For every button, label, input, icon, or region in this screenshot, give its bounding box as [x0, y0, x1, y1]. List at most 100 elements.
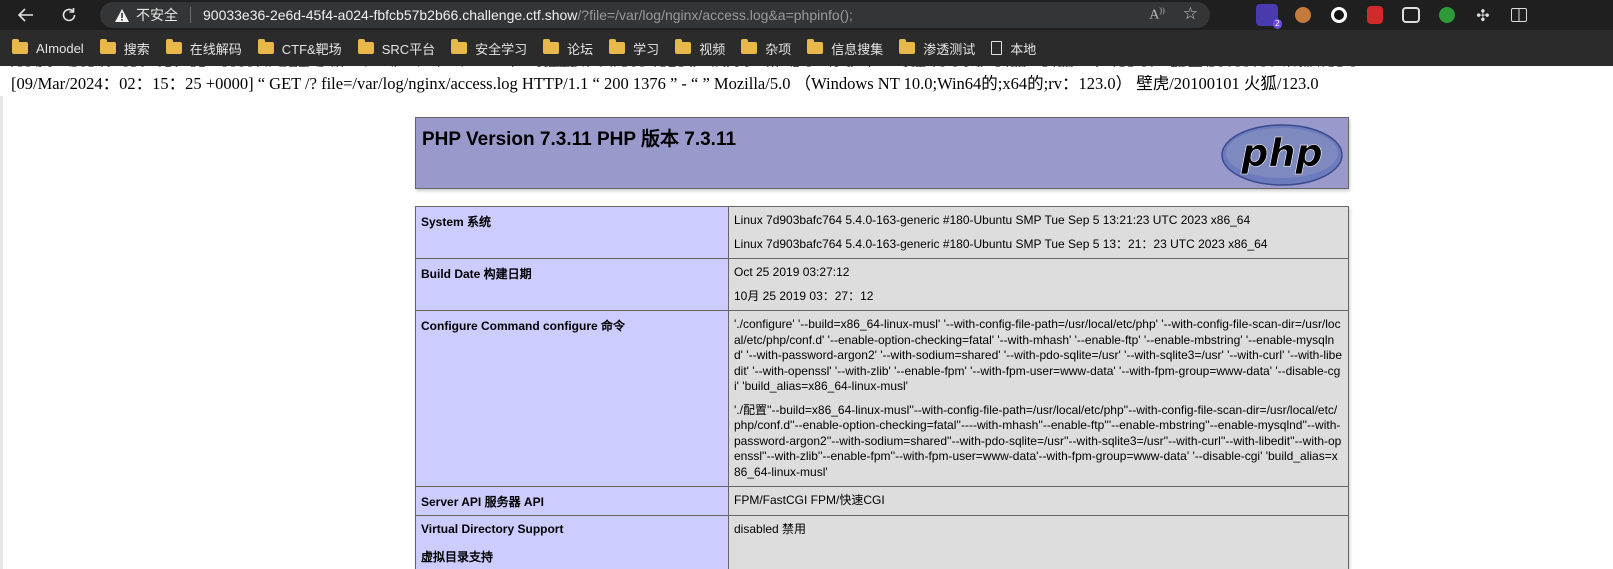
php-logo-icon[interactable]: php [1220, 124, 1344, 186]
bookmark-item[interactable]: 本地 [991, 39, 1036, 58]
split-screen-icon[interactable] [1508, 4, 1530, 26]
read-aloud-icon[interactable]: A)) [1149, 6, 1164, 24]
phpinfo-row: Virtual Directory Support 虚拟目录支持 disabled … [415, 514, 1349, 569]
left-edge-strip [0, 96, 3, 569]
bookmark-label: 搜索 [123, 41, 150, 57]
bookmark-label: 本地 [1010, 41, 1037, 57]
url-path: /?file=/var/log/nginx/access.log&a=phpin… [577, 7, 853, 23]
bookmark-item[interactable]: 杂项 [741, 39, 791, 58]
folder-icon [99, 39, 116, 54]
phpinfo-key: System 系统 [415, 206, 729, 259]
phpinfo-header: PHP Version 7.3.11 PHP 版本 7.3.11 php [415, 117, 1349, 189]
folder-icon [257, 39, 274, 54]
security-indicator[interactable]: 不安全 [114, 5, 178, 25]
bookmark-label: 学习 [633, 41, 660, 57]
document-icon [991, 41, 1003, 55]
folder-icon [543, 39, 560, 54]
folder-icon [451, 39, 468, 54]
address-bar[interactable]: 不安全 90033e36-2e6d-45f4-a024-fbfcb57b2b66… [100, 2, 1210, 28]
red-extension-icon[interactable] [1364, 4, 1386, 26]
folder-icon [12, 39, 28, 54]
phpinfo-key-text: Virtual Directory Support [421, 521, 564, 536]
access-log-line: [09/Mar/2024：02：15：25 +0000] “ GET /? fi… [11, 74, 1319, 93]
phpinfo-value-text: 10月 25 2019 03：27：12 [734, 288, 874, 303]
puzzle-extensions-icon[interactable]: ✣ [1472, 4, 1494, 26]
bookmark-item[interactable]: 渗透测试 [899, 39, 975, 58]
favorite-star-icon[interactable]: ☆ [1183, 5, 1198, 24]
folder-icon [609, 39, 626, 54]
reload-icon [62, 8, 76, 22]
warning-icon [115, 8, 129, 22]
phpinfo-value-text: Linux 7d903bafc764 5.4.0-163-generic #18… [734, 236, 1268, 251]
phpinfo-value: './configure' '--build=x86_64-linux-musl… [728, 310, 1349, 487]
bookmark-label: CTF&靶场 [281, 41, 342, 57]
folder-icon [675, 39, 692, 54]
phpinfo-key-text: System 系统 [421, 215, 492, 229]
extension-stack-icon[interactable]: 2 [1256, 4, 1282, 29]
bookmark-label: AImodel [36, 40, 84, 56]
url-host: 90033e36-2e6d-45f4-a024-fbfcb57b2b66.cha… [203, 7, 578, 23]
bookmark-item[interactable]: 安全学习 [451, 39, 527, 58]
phpinfo-value-text: './配置''--build=x86_64-linux-musl''--with… [734, 402, 1342, 479]
bookmark-item[interactable]: CTF&靶场 [257, 39, 342, 58]
folder-icon [165, 39, 182, 54]
bookmark-label: 视频 [699, 41, 726, 57]
phpinfo-row: Build Date 构建日期 Oct 25 2019 03:27:12 10月 2… [415, 258, 1349, 311]
phpinfo-value-text: './configure' '--build=x86_64-linux-musl… [734, 317, 1342, 393]
cookie-extension-icon[interactable] [1292, 4, 1314, 26]
phpinfo-key-text-translated: 虚拟目录支持 [421, 549, 494, 564]
phpinfo-value-text: disabled 禁用 [734, 521, 807, 536]
phpinfo-key-text: Server API 服务器 API [421, 495, 544, 509]
bookmark-item[interactable]: 在线解码 [165, 39, 242, 58]
folder-icon [899, 39, 916, 54]
bookmark-item[interactable]: 信息搜集 [807, 39, 883, 58]
folder-icon [741, 39, 758, 54]
extension-badge: 2 [1272, 19, 1282, 29]
phpinfo-value-text: Oct 25 2019 03:27:12 [734, 265, 850, 279]
bookmark-item[interactable]: 学习 [609, 39, 659, 58]
back-button[interactable] [14, 3, 38, 27]
bookmark-label: 杂项 [765, 41, 792, 57]
phpinfo-key: Configure Command configure 命令 [415, 310, 729, 487]
glasses-extension-icon[interactable] [1400, 4, 1422, 26]
security-label: 不安全 [136, 7, 178, 23]
bookmark-item[interactable]: AImodel [12, 39, 84, 56]
phpinfo-row: Server API 服务器 API FPM/FastCGI FPM/快速CGI [415, 486, 1349, 516]
browser-toolbar: 不安全 90033e36-2e6d-45f4-a024-fbfcb57b2b66… [0, 0, 1613, 30]
bookmark-label: 安全学习 [475, 41, 528, 57]
phpinfo-key-text: Build Date 构建日期 [421, 267, 532, 281]
phpinfo-key-text: Configure Command configure 命令 [421, 319, 626, 333]
bookmark-item[interactable]: SRC平台 [357, 39, 436, 58]
phpinfo-key: Virtual Directory Support 虚拟目录支持 [415, 514, 729, 569]
record-extension-icon[interactable] [1328, 4, 1350, 26]
page-content: [09/Mar/2024：02：15：25 +0000] “ GET /? fi… [0, 66, 1613, 569]
phpinfo-value: disabled 禁用 [728, 514, 1349, 569]
bookmarks-bar: AImodel 搜索 在线解码 CTF&靶场 SRC平台 安全学习 论坛 学习 视频 杂项 信息搜集… [0, 30, 1613, 67]
bookmark-label: 信息搜集 [831, 41, 884, 57]
phpinfo-value-text: FPM/FastCGI FPM/快速CGI [734, 493, 885, 507]
php-logo-text: php [1240, 131, 1322, 175]
phpinfo-value-text: Linux 7d903bafc764 5.4.0-163-generic #18… [734, 213, 1251, 227]
phpinfo-value: Oct 25 2019 03:27:12 10月 25 2019 03：27：12 [728, 258, 1349, 311]
phpinfo-table: System 系统 Linux 7d903bafc764 5.4.0-163-ge… [415, 206, 1349, 569]
phpinfo-value: FPM/FastCGI FPM/快速CGI [728, 486, 1349, 516]
bookmark-label: SRC平台 [381, 41, 436, 57]
bookmark-label: 论坛 [567, 41, 594, 57]
phpinfo-key: Build Date 构建日期 [415, 258, 729, 311]
phpinfo-value: Linux 7d903bafc764 5.4.0-163-generic #18… [728, 206, 1349, 259]
bookmark-label: 在线解码 [189, 41, 242, 57]
url-separator [190, 7, 191, 23]
green-extension-icon[interactable] [1436, 4, 1458, 26]
bookmark-label: 渗透测试 [923, 41, 976, 57]
log-line-cut-off: [09/Mar/2024：02：15：25 +0000] “ GET /? fi… [10, 66, 1600, 67]
reload-button[interactable] [57, 3, 81, 27]
php-version-title: PHP Version 7.3.11 PHP 版本 7.3.11 [422, 129, 737, 150]
back-arrow-icon [17, 8, 33, 22]
bookmark-item[interactable]: 视频 [675, 39, 725, 58]
bookmark-item[interactable]: 搜索 [99, 39, 150, 58]
folder-icon [357, 39, 374, 54]
phpinfo-key: Server API 服务器 API [415, 486, 729, 516]
bookmark-item[interactable]: 论坛 [543, 39, 593, 58]
phpinfo-row: System 系统 Linux 7d903bafc764 5.4.0-163-ge… [415, 206, 1349, 259]
extensions-area: 2 ✣ [1256, 4, 1530, 29]
